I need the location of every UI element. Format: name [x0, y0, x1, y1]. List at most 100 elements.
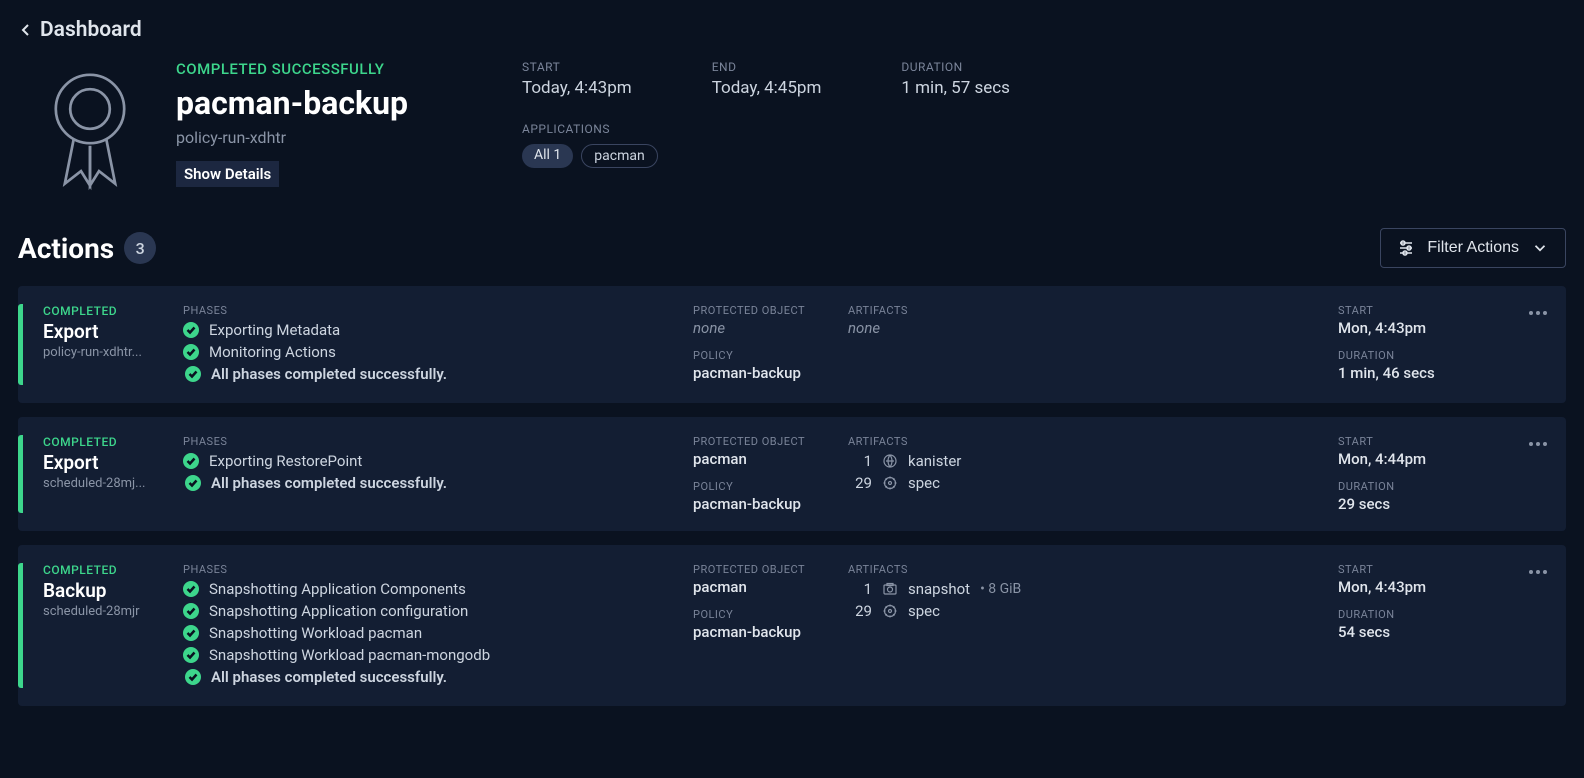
- phase-label: Exporting Metadata: [209, 321, 340, 339]
- artifacts-label: ARTIFACTS: [848, 435, 1338, 448]
- end-value: Today, 4:45pm: [712, 78, 822, 98]
- artifact-name: spec: [908, 474, 940, 492]
- start-label: START: [522, 60, 632, 74]
- card-subtitle: scheduled-28mj...: [43, 476, 173, 491]
- policy-label: POLICY: [693, 480, 848, 493]
- phases-summary-text: All phases completed successfully.: [211, 668, 447, 686]
- protected-object-none: none: [693, 319, 848, 337]
- phases-label: PHASES: [183, 563, 693, 576]
- chevron-left-icon: [18, 22, 34, 38]
- phase-label: Monitoring Actions: [209, 343, 336, 361]
- card-name: Backup: [43, 579, 183, 602]
- show-details-button[interactable]: Show Details: [176, 161, 279, 187]
- medal-icon: [40, 60, 140, 200]
- check-circle-icon: [185, 669, 201, 685]
- artifact-name: snapshot: [908, 580, 970, 598]
- phase-label: Exporting RestorePoint: [209, 452, 362, 470]
- card-more-button[interactable]: [1524, 300, 1552, 324]
- artifacts-label: ARTIFACTS: [848, 563, 1338, 576]
- artifacts-label: ARTIFACTS: [848, 304, 1338, 317]
- filter-actions-button[interactable]: Filter Actions: [1380, 228, 1566, 268]
- more-horizontal-icon: [1528, 310, 1548, 316]
- card-more-button[interactable]: [1524, 559, 1552, 583]
- protected-object-value: pacman: [693, 450, 848, 468]
- phase-label: Snapshotting Workload pacman-mongodb: [209, 646, 490, 664]
- run-status: COMPLETED SUCCESSFULLY: [176, 60, 486, 78]
- action-card[interactable]: COMPLETED Backup scheduled-28mjr PHASES …: [18, 545, 1566, 706]
- card-subtitle: scheduled-28mjr: [43, 604, 173, 619]
- card-name: Export: [43, 451, 183, 474]
- artifact-size: • 8 GiB: [980, 581, 1021, 597]
- phase-row: Exporting RestorePoint: [183, 452, 693, 470]
- check-circle-icon: [183, 322, 199, 338]
- card-start-value: Mon, 4:44pm: [1338, 450, 1546, 468]
- back-label: Dashboard: [40, 18, 142, 42]
- chevron-down-icon: [1531, 239, 1549, 257]
- check-circle-icon: [183, 647, 199, 663]
- protected-object-label: PROTECTED OBJECT: [693, 563, 848, 576]
- check-circle-icon: [183, 625, 199, 641]
- card-status: COMPLETED: [43, 304, 183, 318]
- policy-label: POLICY: [693, 349, 848, 362]
- sliders-icon: [1397, 239, 1415, 257]
- policy-value: pacman-backup: [693, 495, 848, 513]
- card-name: Export: [43, 320, 183, 343]
- policy-value: pacman-backup: [693, 364, 848, 382]
- duration-label: DURATION: [901, 60, 1010, 74]
- back-to-dashboard[interactable]: Dashboard: [0, 0, 1584, 42]
- check-circle-icon: [185, 366, 201, 382]
- policy-value: pacman-backup: [693, 623, 848, 641]
- card-duration-label: DURATION: [1338, 608, 1546, 621]
- protected-object-value: pacman: [693, 578, 848, 596]
- artifact-row: 29 spec: [848, 474, 1338, 492]
- phase-label: Snapshotting Application Components: [209, 580, 466, 598]
- protected-object-label: PROTECTED OBJECT: [693, 435, 848, 448]
- artifacts-none: none: [848, 319, 1338, 337]
- phases-summary-text: All phases completed successfully.: [211, 365, 447, 383]
- status-stripe: [18, 304, 23, 385]
- run-id: policy-run-xdhtr: [176, 128, 486, 147]
- phases-summary: All phases completed successfully.: [183, 365, 693, 383]
- check-circle-icon: [183, 344, 199, 360]
- phase-row: Snapshotting Workload pacman-mongodb: [183, 646, 693, 664]
- status-stripe: [18, 435, 23, 513]
- phase-row: Snapshotting Application configuration: [183, 602, 693, 620]
- start-value: Today, 4:43pm: [522, 78, 632, 98]
- phases-label: PHASES: [183, 304, 693, 317]
- app-filter-all[interactable]: All 1: [522, 144, 573, 168]
- app-filter-pacman[interactable]: pacman: [581, 144, 657, 168]
- action-card[interactable]: COMPLETED Export scheduled-28mj... PHASE…: [18, 417, 1566, 531]
- card-status: COMPLETED: [43, 563, 183, 577]
- check-circle-icon: [183, 603, 199, 619]
- artifact-row: 1 snapshot • 8 GiB: [848, 580, 1338, 598]
- artifact-count: 29: [848, 602, 872, 620]
- phase-label: Snapshotting Application configuration: [209, 602, 468, 620]
- artifact-row: 29 spec: [848, 602, 1338, 620]
- card-duration-value: 54 secs: [1338, 623, 1546, 641]
- protected-object-label: PROTECTED OBJECT: [693, 304, 848, 317]
- card-start-value: Mon, 4:43pm: [1338, 319, 1546, 337]
- spec-icon: [882, 603, 898, 619]
- artifact-name: kanister: [908, 452, 961, 470]
- policy-label: POLICY: [693, 608, 848, 621]
- more-horizontal-icon: [1528, 569, 1548, 575]
- actions-heading: Actions: [18, 232, 114, 265]
- check-circle-icon: [185, 475, 201, 491]
- card-start-label: START: [1338, 563, 1546, 576]
- end-label: END: [712, 60, 822, 74]
- more-horizontal-icon: [1528, 441, 1548, 447]
- artifact-count: 29: [848, 474, 872, 492]
- check-circle-icon: [183, 581, 199, 597]
- card-duration-label: DURATION: [1338, 480, 1546, 493]
- card-duration-value: 29 secs: [1338, 495, 1546, 513]
- card-more-button[interactable]: [1524, 431, 1552, 455]
- phase-row: Snapshotting Workload pacman: [183, 624, 693, 642]
- page-title: pacman-backup: [176, 84, 486, 122]
- status-stripe: [18, 563, 23, 688]
- applications-label: APPLICATIONS: [522, 122, 1010, 136]
- phase-row: Exporting Metadata: [183, 321, 693, 339]
- actions-count-badge: 3: [124, 232, 156, 264]
- artifact-name: spec: [908, 602, 940, 620]
- kanister-icon: [882, 453, 898, 469]
- action-card[interactable]: COMPLETED Export policy-run-xdhtr... PHA…: [18, 286, 1566, 403]
